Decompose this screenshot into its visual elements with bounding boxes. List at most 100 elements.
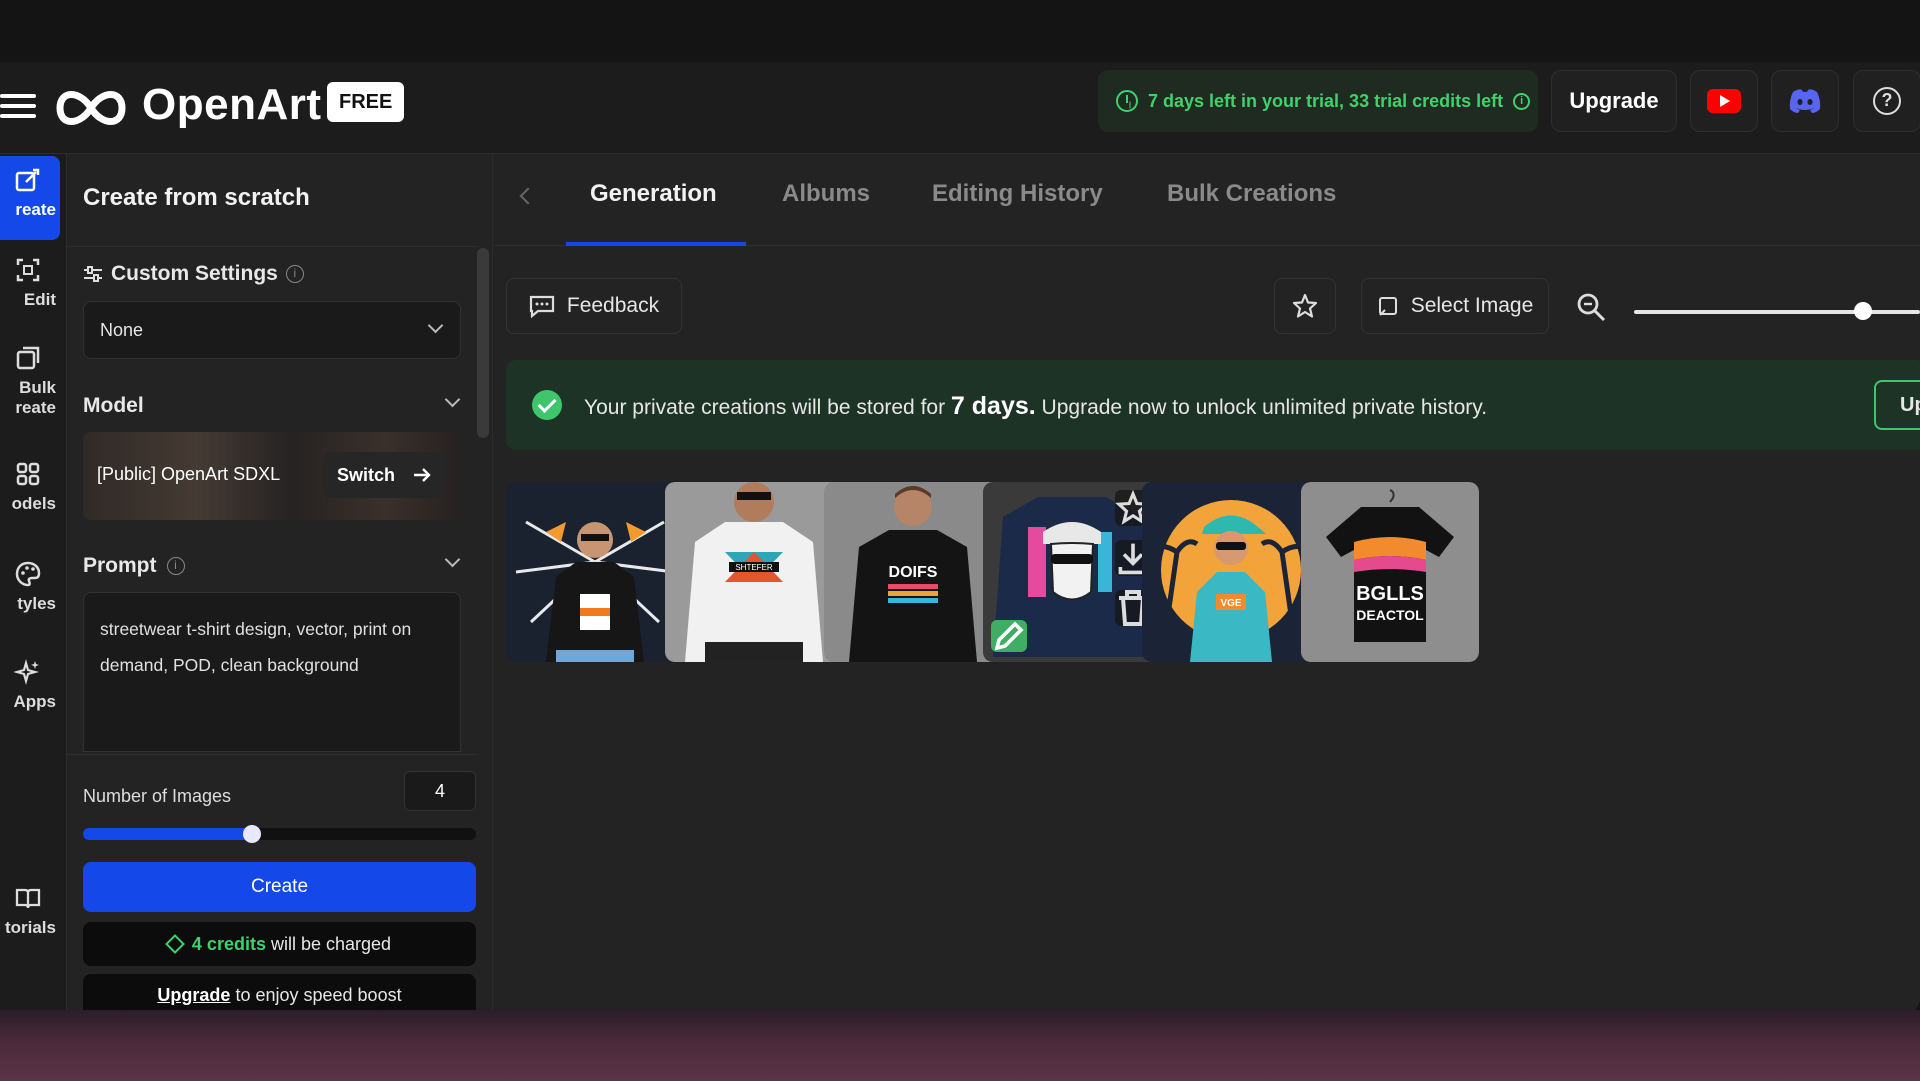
select-image-button[interactable]: Select Image bbox=[1361, 278, 1549, 334]
rail-item-bulk-create[interactable]: Bulk reate bbox=[0, 334, 60, 438]
switch-model-button[interactable]: Switch bbox=[323, 452, 445, 498]
zoom-slider-handle[interactable] bbox=[1853, 302, 1872, 320]
generated-image[interactable] bbox=[983, 482, 1161, 662]
num-images-label: Number of Images bbox=[83, 786, 232, 806]
info-icon[interactable]: i bbox=[166, 557, 185, 575]
icon-rail: reate Edit Bulk reate odels tyles Apps t… bbox=[0, 154, 67, 1014]
image-man-black-tee-stripes: DOIFS bbox=[824, 482, 1002, 662]
logo-text[interactable]: OpenArt bbox=[142, 80, 322, 130]
models-icon bbox=[16, 462, 40, 486]
image-man-white-tee: SHTEFER bbox=[665, 482, 843, 662]
custom-settings-select[interactable]: None bbox=[83, 301, 461, 359]
clock-icon bbox=[1116, 90, 1138, 112]
edit-icon bbox=[16, 258, 40, 282]
num-images-input[interactable]: 4 bbox=[404, 771, 476, 811]
openart-logo-icon[interactable] bbox=[52, 76, 130, 140]
generated-image[interactable]: DOIFS bbox=[824, 482, 1002, 662]
styles-icon bbox=[15, 561, 41, 587]
zoom-slider[interactable] bbox=[1634, 310, 1920, 314]
trial-text: 7 days left in your trial, 33 trial cred… bbox=[1148, 90, 1504, 111]
custom-settings-label: Custom Settings i bbox=[83, 262, 304, 286]
generated-image[interactable] bbox=[506, 482, 684, 662]
custom-settings-value: None bbox=[100, 320, 144, 340]
trial-status[interactable]: 7 days left in your trial, 33 trial cred… bbox=[1098, 70, 1538, 132]
rail-item-create[interactable]: reate bbox=[0, 156, 60, 240]
tab-albums[interactable]: Albums bbox=[782, 180, 870, 208]
arrow-right-icon bbox=[414, 468, 431, 482]
zoom-icon[interactable] bbox=[1576, 292, 1606, 322]
banner-suffix: Upgrade now to unlock unlimited private … bbox=[1041, 396, 1488, 419]
generated-image[interactable]: VGE bbox=[1142, 482, 1320, 662]
divider bbox=[67, 246, 477, 247]
chevron-down-icon[interactable] bbox=[444, 551, 461, 568]
credits-amount: 4 credits bbox=[191, 934, 266, 954]
select-icon bbox=[1378, 297, 1397, 316]
youtube-button[interactable] bbox=[1690, 70, 1758, 132]
rail-item-tutorials[interactable]: torials bbox=[0, 874, 60, 960]
rail-label-edit: Edit bbox=[23, 290, 56, 309]
prompt-input[interactable]: streetwear t-shirt design, vector, print… bbox=[83, 592, 461, 752]
credit-gem-icon bbox=[165, 934, 185, 954]
credits-notice: 4 credits will be charged bbox=[83, 922, 476, 966]
apps-icon bbox=[14, 658, 40, 686]
thumb-text: VGE bbox=[1220, 598, 1241, 609]
active-tab-indicator bbox=[566, 242, 746, 246]
thumb-text: BGLLS bbox=[1356, 583, 1424, 605]
rail-label-bulk: Bulk bbox=[19, 378, 56, 397]
boost-suffix: to enjoy speed boost bbox=[235, 985, 402, 1005]
banner-prefix: Your private creations will be stored fo… bbox=[584, 396, 946, 419]
custom-settings-text: Custom Settings bbox=[111, 262, 278, 285]
slider-handle[interactable] bbox=[242, 825, 261, 843]
image-man-black-tee-sunburst bbox=[506, 482, 684, 662]
model-name: [Public] OpenArt SDXL bbox=[97, 464, 281, 484]
generated-image[interactable]: BGLLS DEACTOL bbox=[1301, 482, 1479, 662]
upgrade-link[interactable]: Upgrade bbox=[157, 985, 230, 1005]
help-icon: ? bbox=[1873, 87, 1901, 115]
panel-title: Create from scratch bbox=[83, 184, 310, 211]
favorites-button[interactable] bbox=[1274, 278, 1336, 334]
chevron-down-icon bbox=[427, 317, 444, 334]
tab-editing-history[interactable]: Editing History bbox=[932, 180, 1103, 208]
rail-label-styles: tyles bbox=[17, 594, 56, 613]
tab-bulk-creations[interactable]: Bulk Creations bbox=[1167, 180, 1336, 208]
panel-scrollbar[interactable] bbox=[477, 248, 489, 438]
rail-item-edit[interactable]: Edit bbox=[0, 246, 60, 332]
banner-text: Your private creations will be stored fo… bbox=[584, 392, 1487, 421]
banner-days: 7 days. bbox=[950, 392, 1036, 420]
feedback-label: Feedback bbox=[566, 294, 660, 317]
banner-upgrade-button[interactable]: Upg bbox=[1874, 380, 1920, 430]
rail-item-styles[interactable]: tyles bbox=[0, 550, 60, 636]
info-icon[interactable]: i bbox=[285, 265, 304, 283]
slider-fill bbox=[83, 828, 252, 840]
feedback-button[interactable]: Feedback bbox=[506, 278, 682, 334]
prompt-label-text: Prompt bbox=[83, 554, 157, 577]
image-black-tee-hanger: BGLLS DEACTOL bbox=[1301, 482, 1479, 662]
tab-generation[interactable]: Generation bbox=[590, 180, 717, 208]
discord-button[interactable] bbox=[1771, 70, 1839, 132]
model-card[interactable]: [Public] OpenArt SDXL Switch bbox=[83, 432, 461, 520]
openart-app: OpenArt FREE 7 days left in your trial, … bbox=[0, 62, 1920, 1014]
rail-item-models[interactable]: odels bbox=[0, 450, 60, 536]
create-panel: Create from scratch Custom Settings i No… bbox=[67, 154, 493, 1014]
rail-item-apps[interactable]: Apps bbox=[0, 648, 60, 734]
create-button[interactable]: Create bbox=[83, 862, 476, 912]
window-top-strip bbox=[0, 0, 1920, 62]
chevron-left-icon[interactable] bbox=[519, 187, 537, 205]
tutorials-icon bbox=[15, 888, 41, 909]
retention-banner: Your private creations will be stored fo… bbox=[506, 360, 1920, 450]
info-icon[interactable]: i bbox=[1513, 92, 1531, 110]
edit-image-button[interactable] bbox=[991, 620, 1027, 652]
generated-image[interactable]: SHTEFER bbox=[665, 482, 843, 662]
rail-label-tutorials: torials bbox=[4, 918, 56, 937]
star-icon bbox=[1292, 293, 1318, 318]
upgrade-button[interactable]: Upgrade bbox=[1551, 70, 1677, 132]
chevron-down-icon[interactable] bbox=[444, 391, 461, 408]
help-button[interactable]: ? bbox=[1853, 70, 1920, 132]
youtube-icon bbox=[1707, 89, 1741, 113]
menu-icon[interactable] bbox=[0, 88, 38, 128]
speed-boost-notice: Upgrade to enjoy speed boost bbox=[83, 974, 476, 1014]
select-image-label: Select Image bbox=[1410, 294, 1534, 317]
top-header: OpenArt FREE 7 days left in your trial, … bbox=[0, 62, 1920, 154]
num-images-slider[interactable] bbox=[83, 825, 476, 843]
divider bbox=[67, 754, 477, 755]
